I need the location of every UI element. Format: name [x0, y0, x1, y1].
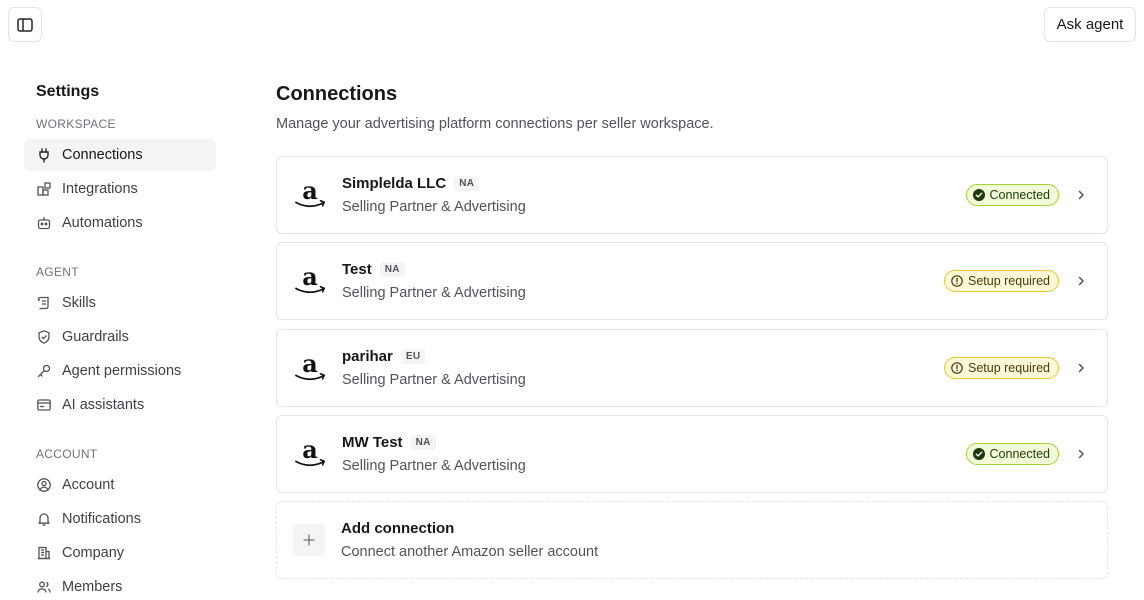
amazon-logo-icon: a — [293, 264, 327, 298]
svg-text:a: a — [302, 437, 318, 464]
status-label: Setup required — [967, 361, 1050, 375]
sidebar-item-label: Agent permissions — [62, 363, 182, 379]
region-badge: NA — [379, 261, 405, 277]
status-badge: Connected — [965, 443, 1059, 465]
connection-description: Selling Partner & Advertising — [342, 285, 526, 301]
status-badge: Setup required — [943, 357, 1059, 379]
chevron-right-icon — [1073, 187, 1089, 203]
sidebar-item-label: Connections — [62, 147, 143, 163]
amazon-logo-icon: a — [293, 178, 327, 212]
status-label: Connected — [989, 188, 1050, 202]
connection-name: Test — [342, 260, 372, 278]
connections-page: Connections Manage your advertising plat… — [276, 80, 1108, 579]
plus-icon — [293, 524, 325, 556]
status-badge: Connected — [965, 184, 1059, 206]
chevron-right-icon — [1073, 273, 1089, 289]
sidebar-item-ai-assistants[interactable]: AI assistants — [24, 389, 216, 421]
page-subtitle: Manage your advertising platform connect… — [276, 116, 714, 132]
page-title: Connections — [276, 83, 398, 105]
sidebar-title: Settings — [36, 83, 100, 100]
sidebar-item-members[interactable]: Members — [24, 571, 216, 600]
amazon-logo-icon: a — [293, 351, 327, 385]
ask-agent-button[interactable]: Ask agent — [1044, 7, 1136, 42]
connection-name: MW Test — [342, 433, 403, 451]
bell-icon — [36, 511, 52, 527]
sidebar-item-integrations[interactable]: Integrations — [24, 173, 216, 205]
sidebar-section-account: ACCOUNT — [36, 447, 98, 461]
add-connection-card[interactable]: Add connection Connect another Amazon se… — [276, 501, 1108, 579]
status-badge: Setup required — [943, 270, 1059, 292]
sidebar-panel-icon — [16, 16, 34, 34]
amazon-logo-icon: a — [293, 437, 327, 471]
sidebar-item-label: Members — [62, 579, 123, 595]
connection-card[interactable]: a Test NA Selling Partner & Advertising … — [276, 242, 1108, 320]
shield-icon — [36, 329, 52, 345]
connection-card[interactable]: a parihar EU Selling Partner & Advertisi… — [276, 329, 1108, 407]
connection-description: Selling Partner & Advertising — [342, 372, 526, 388]
svg-text:a: a — [302, 264, 318, 291]
region-badge: EU — [400, 348, 426, 364]
sidebar-item-label: Guardrails — [62, 329, 129, 345]
robot-icon — [36, 215, 52, 231]
status-label: Setup required — [967, 274, 1050, 288]
skills-scroll-icon — [36, 295, 52, 311]
check-circle-icon — [972, 189, 985, 201]
connection-card[interactable]: a Simplelda LLC NA Selling Partner & Adv… — [276, 156, 1108, 234]
check-circle-icon — [972, 448, 985, 460]
connection-card[interactable]: a MW Test NA Selling Partner & Advertisi… — [276, 415, 1108, 493]
sidebar-section-agent: AGENT — [36, 265, 79, 279]
sidebar-item-skills[interactable]: Skills — [24, 287, 216, 319]
sidebar-item-notifications[interactable]: Notifications — [24, 503, 216, 535]
chevron-right-icon — [1073, 360, 1089, 376]
sidebar-item-label: Account — [62, 477, 115, 493]
svg-text:a: a — [302, 178, 318, 205]
region-badge: NA — [454, 175, 480, 191]
users-icon — [36, 579, 52, 595]
chevron-right-icon — [1073, 446, 1089, 462]
sidebar-item-company[interactable]: Company — [24, 537, 216, 569]
status-label: Connected — [989, 447, 1050, 461]
plug-icon — [36, 147, 52, 163]
sidebar-item-agent-permissions[interactable]: Agent permissions — [24, 355, 216, 387]
sidebar-item-label: Automations — [62, 215, 143, 231]
sidebar-item-label: Skills — [62, 295, 96, 311]
connection-description: Selling Partner & Advertising — [342, 458, 526, 474]
integrations-icon — [36, 181, 52, 197]
connection-name: parihar — [342, 347, 393, 365]
sidebar-item-label: Company — [62, 545, 125, 561]
alert-circle-icon — [951, 275, 963, 287]
sidebar-item-connections[interactable]: Connections — [24, 139, 216, 171]
key-icon — [36, 363, 52, 379]
sidebar-item-automations[interactable]: Automations — [24, 207, 216, 239]
user-circle-icon — [36, 477, 52, 493]
alert-circle-icon — [951, 362, 963, 374]
sidebar-item-label: AI assistants — [62, 397, 145, 413]
add-connection-description: Connect another Amazon seller account — [341, 544, 599, 560]
add-connection-title: Add connection — [341, 519, 455, 537]
sidebar-item-account[interactable]: Account — [24, 469, 216, 501]
settings-sidebar: Settings WORKSPACE Connections Integrati… — [24, 78, 216, 600]
sidebar-item-label: Integrations — [62, 181, 138, 197]
sidebar-section-workspace: WORKSPACE — [36, 117, 116, 131]
sidebar-item-guardrails[interactable]: Guardrails — [24, 321, 216, 353]
connection-name: Simplelda LLC — [342, 174, 447, 192]
browser-window-icon — [36, 397, 52, 413]
region-badge: NA — [410, 434, 436, 450]
building-icon — [36, 545, 52, 561]
sidebar-item-label: Notifications — [62, 511, 141, 527]
svg-text:a: a — [302, 351, 318, 378]
connection-description: Selling Partner & Advertising — [342, 199, 526, 215]
sidebar-toggle-button[interactable] — [8, 7, 42, 42]
